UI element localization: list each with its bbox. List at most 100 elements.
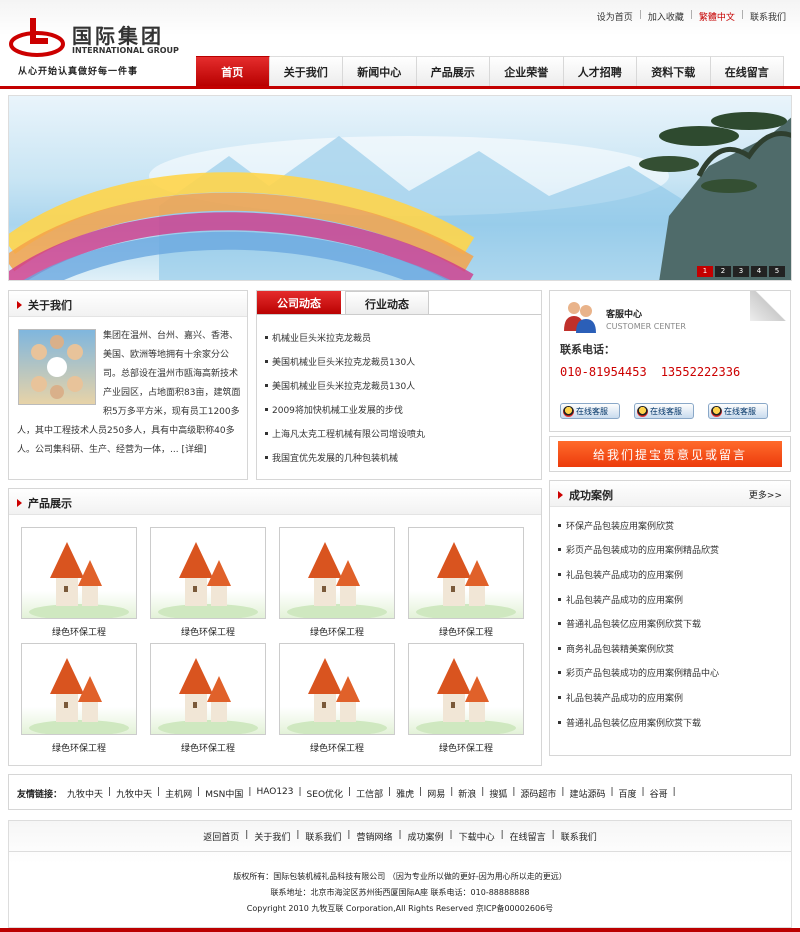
banner-slideshow[interactable]: 1 2 3 4 5 xyxy=(8,95,792,281)
banner-dot-1[interactable]: 1 xyxy=(697,266,713,277)
tab-company-news[interactable]: 公司动态 xyxy=(257,291,341,315)
separator: | xyxy=(348,787,352,797)
product-caption[interactable]: 绿色环保工程 xyxy=(21,741,137,754)
case-item-text: 普通礼品包装亿应用案例欣赏下载 xyxy=(566,718,702,729)
footer-nav-link[interactable]: 联系我们 xyxy=(305,830,341,843)
case-item[interactable]: 礼品包装产品成功的应用案例 xyxy=(558,685,786,710)
product-caption[interactable]: 绿色环保工程 xyxy=(279,625,395,638)
separator: | xyxy=(610,787,614,797)
friend-link[interactable]: HAO123 xyxy=(256,787,293,800)
product-image[interactable] xyxy=(150,527,266,619)
friend-link[interactable]: 新浪 xyxy=(458,787,476,800)
product-caption[interactable]: 绿色环保工程 xyxy=(408,625,524,638)
case-item[interactable]: 彩页产品包装成功的应用案例精品欣赏 xyxy=(558,538,786,563)
product-image[interactable] xyxy=(21,527,137,619)
footer-nav-link[interactable]: 成功案例 xyxy=(408,830,444,843)
case-item[interactable]: 普通礼品包装亿应用案例欣赏下载 xyxy=(558,611,786,636)
friend-link[interactable]: 九牧中天 xyxy=(67,787,103,800)
online-service-button-3[interactable]: 在线客服 xyxy=(708,403,768,419)
nav-news[interactable]: 新闻中心 xyxy=(343,56,417,86)
footer-nav-link[interactable]: 下载中心 xyxy=(459,830,495,843)
logo-icon[interactable] xyxy=(8,16,66,58)
friend-link[interactable]: SEO优化 xyxy=(307,787,343,800)
castle-tower-image xyxy=(158,542,258,618)
product-caption[interactable]: 绿色环保工程 xyxy=(21,625,137,638)
separator: | xyxy=(197,787,201,797)
case-item[interactable]: 礼品包装产品成功的应用案例 xyxy=(558,587,786,612)
news-item[interactable]: 美国机械业巨头米拉克龙裁员130人 xyxy=(265,349,535,373)
product-image[interactable] xyxy=(279,643,395,735)
product-card[interactable]: 绿色环保工程 xyxy=(279,643,395,754)
footer-nav-link[interactable]: 营销网络 xyxy=(356,830,392,843)
friend-link[interactable]: 建站源码 xyxy=(569,787,605,800)
contact-us-link[interactable]: 联系我们 xyxy=(750,10,786,23)
traditional-chinese-link[interactable]: 繁體中文 xyxy=(699,10,735,23)
friend-link[interactable]: 主机网 xyxy=(165,787,192,800)
about-panel: 关于我们 集团在温州、台州、嘉兴、香港、美国、欧洲等地拥有十余家分公司。总部设在… xyxy=(8,290,248,480)
friend-link[interactable]: 搜狐 xyxy=(489,787,507,800)
product-image[interactable] xyxy=(150,643,266,735)
online-service-button-1[interactable]: 在线客服 xyxy=(560,403,620,419)
friend-link[interactable]: 工信部 xyxy=(356,787,383,800)
nav-message[interactable]: 在线留言 xyxy=(710,56,784,86)
nav-downloads[interactable]: 资料下载 xyxy=(637,56,711,86)
nav-home[interactable]: 首页 xyxy=(196,56,270,86)
nav-about[interactable]: 关于我们 xyxy=(269,56,343,86)
friend-link[interactable]: 谷哥 xyxy=(650,787,668,800)
feedback-button[interactable]: 给我们提宝贵意见或留言 xyxy=(558,441,782,467)
product-card[interactable]: 绿色环保工程 xyxy=(21,527,137,638)
product-caption[interactable]: 绿色环保工程 xyxy=(150,741,266,754)
nav-honors[interactable]: 企业荣誉 xyxy=(490,56,564,86)
news-item[interactable]: 上海凡太克工程机械有限公司增设喷丸 xyxy=(265,421,535,445)
news-item[interactable]: 我国宜优先发展的几种包装机械 xyxy=(265,445,535,469)
product-card[interactable]: 绿色环保工程 xyxy=(408,643,524,754)
product-card[interactable]: 绿色环保工程 xyxy=(150,527,266,638)
product-caption[interactable]: 绿色环保工程 xyxy=(408,741,524,754)
tab-industry-news[interactable]: 行业动态 xyxy=(345,291,429,315)
product-image[interactable] xyxy=(21,643,137,735)
case-item[interactable]: 商务礼品包装精美案例欣赏 xyxy=(558,636,786,661)
nav-products[interactable]: 产品展示 xyxy=(416,56,490,86)
friend-link[interactable]: 雅虎 xyxy=(396,787,414,800)
separator: | xyxy=(689,10,693,20)
cases-more-link[interactable]: 更多>> xyxy=(749,488,782,501)
news-item[interactable]: 2009将加快机械工业发展的步伐 xyxy=(265,397,535,421)
product-image[interactable] xyxy=(408,527,524,619)
product-image[interactable] xyxy=(279,527,395,619)
product-image[interactable] xyxy=(408,643,524,735)
news-item[interactable]: 美国机械业巨头米拉克龙裁员130人 xyxy=(265,373,535,397)
banner-dot-3[interactable]: 3 xyxy=(733,266,749,277)
banner-dot-2[interactable]: 2 xyxy=(715,266,731,277)
products-panel: 产品展示 绿色环保工程 绿色环保工程 绿色环保工程 绿色环保工程 绿色环保工程 绿色环保工… xyxy=(8,488,542,766)
product-caption[interactable]: 绿色环保工程 xyxy=(150,625,266,638)
case-item[interactable]: 礼品包装产品成功的应用案例 xyxy=(558,562,786,587)
product-caption[interactable]: 绿色环保工程 xyxy=(279,741,395,754)
banner-dot-4[interactable]: 4 xyxy=(751,266,767,277)
friend-link[interactable]: MSN中国 xyxy=(205,787,243,800)
product-card[interactable]: 绿色环保工程 xyxy=(279,527,395,638)
footer-nav-link[interactable]: 关于我们 xyxy=(254,830,290,843)
footer-nav-link[interactable]: 联系我们 xyxy=(561,830,597,843)
banner-dot-5[interactable]: 5 xyxy=(769,266,785,277)
add-favorite-link[interactable]: 加入收藏 xyxy=(648,10,684,23)
product-card[interactable]: 绿色环保工程 xyxy=(408,527,524,638)
qq-penguin-icon xyxy=(563,405,574,417)
case-item[interactable]: 环保产品包装应用案例欣赏 xyxy=(558,513,786,538)
friend-link[interactable]: 百度 xyxy=(619,787,637,800)
footer-nav-link[interactable]: 在线留言 xyxy=(510,830,546,843)
arrow-icon xyxy=(17,301,22,309)
online-service-button-2[interactable]: 在线客服 xyxy=(634,403,694,419)
nav-jobs[interactable]: 人才招聘 xyxy=(563,56,637,86)
news-item[interactable]: 机械业巨头米拉克龙裁员 xyxy=(265,325,535,349)
qq-label: 在线客服 xyxy=(724,406,756,416)
product-card[interactable]: 绿色环保工程 xyxy=(150,643,266,754)
set-homepage-link[interactable]: 设为首页 xyxy=(597,10,633,23)
friend-link[interactable]: 网易 xyxy=(427,787,445,800)
logo-english: INTERNATIONAL GROUP xyxy=(72,46,179,55)
case-item[interactable]: 彩页产品包装成功的应用案例精品中心 xyxy=(558,661,786,686)
case-item[interactable]: 普通礼品包装亿应用案例欣赏下载 xyxy=(558,710,786,735)
friend-link[interactable]: 九牧中天 xyxy=(116,787,152,800)
friend-link[interactable]: 源码超市 xyxy=(520,787,556,800)
footer-nav-link[interactable]: 返回首页 xyxy=(203,830,239,843)
product-card[interactable]: 绿色环保工程 xyxy=(21,643,137,754)
